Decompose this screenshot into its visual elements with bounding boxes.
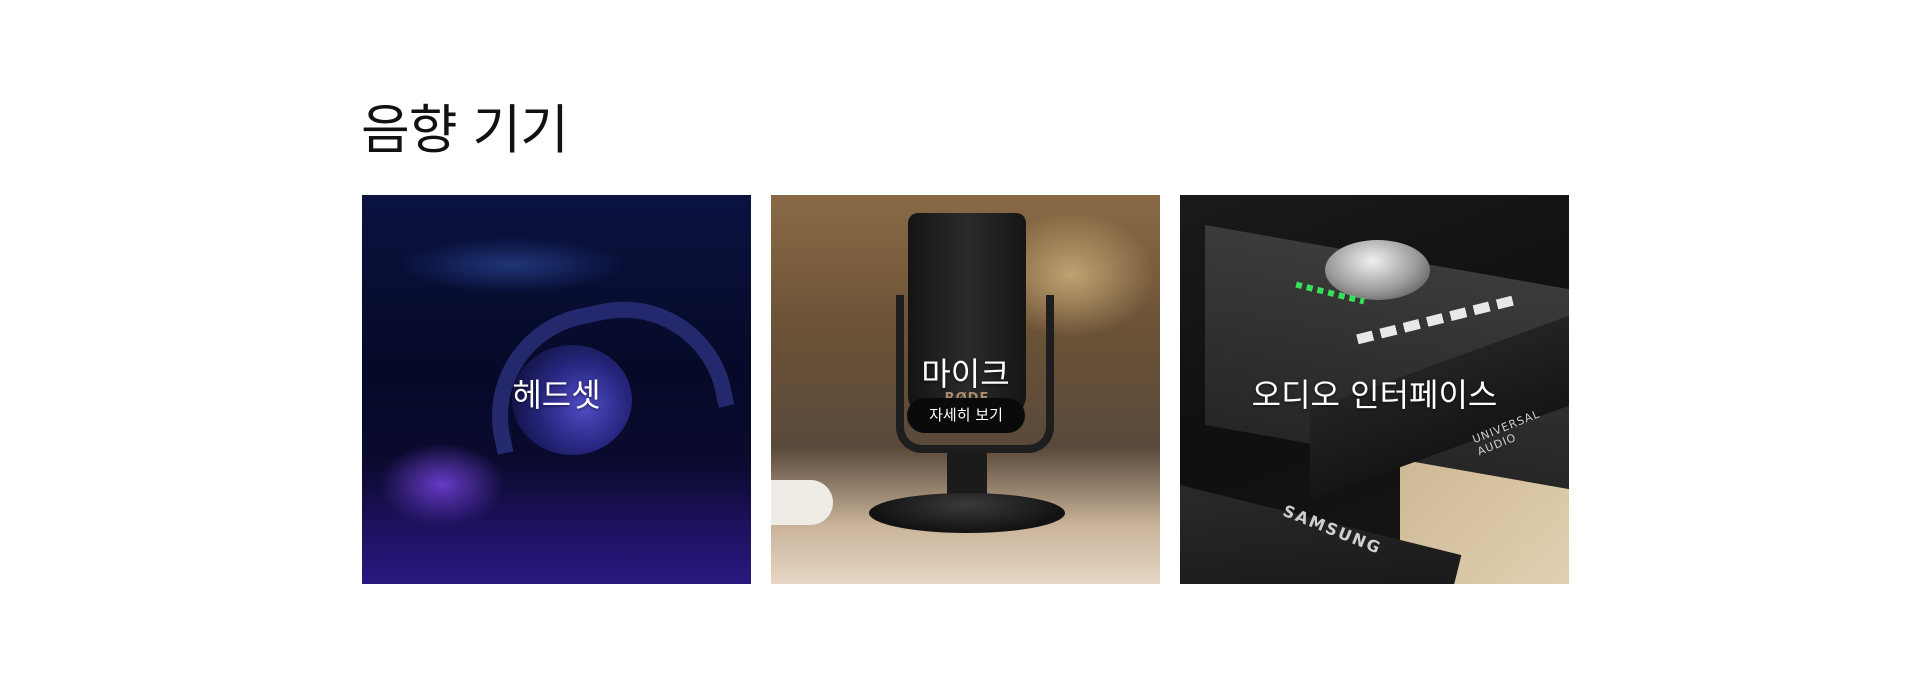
section-title: 음향 기기 xyxy=(361,100,569,161)
category-card-headset[interactable]: 헤드셋 xyxy=(362,195,751,584)
card-label-headset: 헤드셋 xyxy=(512,376,601,414)
audio-equipment-section: 음향 기기 헤드셋 RØDE 마이크 자세히 보기 xyxy=(0,0,1920,681)
card-label-mic: 마이크 xyxy=(921,355,1010,393)
volume-knob-shape xyxy=(1325,240,1430,300)
keyboard-glow-shape xyxy=(362,455,751,584)
earbuds-case-shape xyxy=(771,480,833,525)
view-details-button[interactable]: 자세히 보기 xyxy=(907,398,1025,433)
category-card-audio-interface[interactable]: UNIVERSAL AUDIO SAMSUNG 오디오 인터페이스 xyxy=(1180,195,1569,584)
card-label-audio-interface: 오디오 인터페이스 xyxy=(1251,376,1498,414)
category-card-mic[interactable]: RØDE 마이크 자세히 보기 xyxy=(771,195,1160,584)
mic-base-shape xyxy=(869,493,1065,533)
